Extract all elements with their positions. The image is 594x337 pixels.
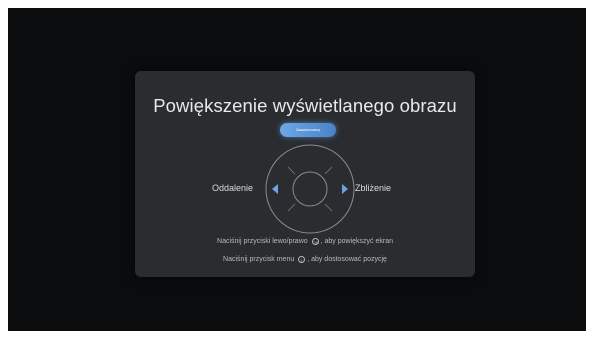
dialog-title: Powiększenie wyświetlanego obrazu: [153, 95, 457, 116]
menu-button-icon: ≡: [298, 256, 306, 263]
zoom-out-arrow-icon[interactable]: [272, 184, 278, 194]
mode-button[interactable]: Zaawansowany: [280, 123, 336, 137]
hint-position-text-after: , aby dostosować pozycję: [307, 256, 387, 263]
hint-line-position: Naciśnij przycisk menu ≡, aby dostosować…: [135, 256, 475, 263]
hint-zoom-text-after: , aby powiększyć ekran: [320, 238, 393, 245]
hint-line-zoom: Naciśnij przyciski lewo/prawo OK, aby po…: [135, 238, 475, 245]
zoom-in-arrow-icon[interactable]: [342, 184, 348, 194]
center-ok-button[interactable]: [293, 172, 327, 206]
hint-zoom-text-before: Naciśnij przyciski lewo/prawo: [217, 238, 308, 245]
zoom-dialog: Powiększenie wyświetlanego obrazu Zaawan…: [135, 71, 475, 277]
ok-button-icon: OK: [311, 238, 319, 245]
zoom-out-label: Oddalenie: [211, 183, 253, 193]
direction-pad: [263, 142, 357, 236]
hint-position-text-before: Naciśnij przycisk menu: [223, 256, 295, 263]
zoom-in-label: Zbliżenie: [355, 183, 392, 193]
tv-screen: Powiększenie wyświetlanego obrazu Zaawan…: [8, 8, 586, 331]
